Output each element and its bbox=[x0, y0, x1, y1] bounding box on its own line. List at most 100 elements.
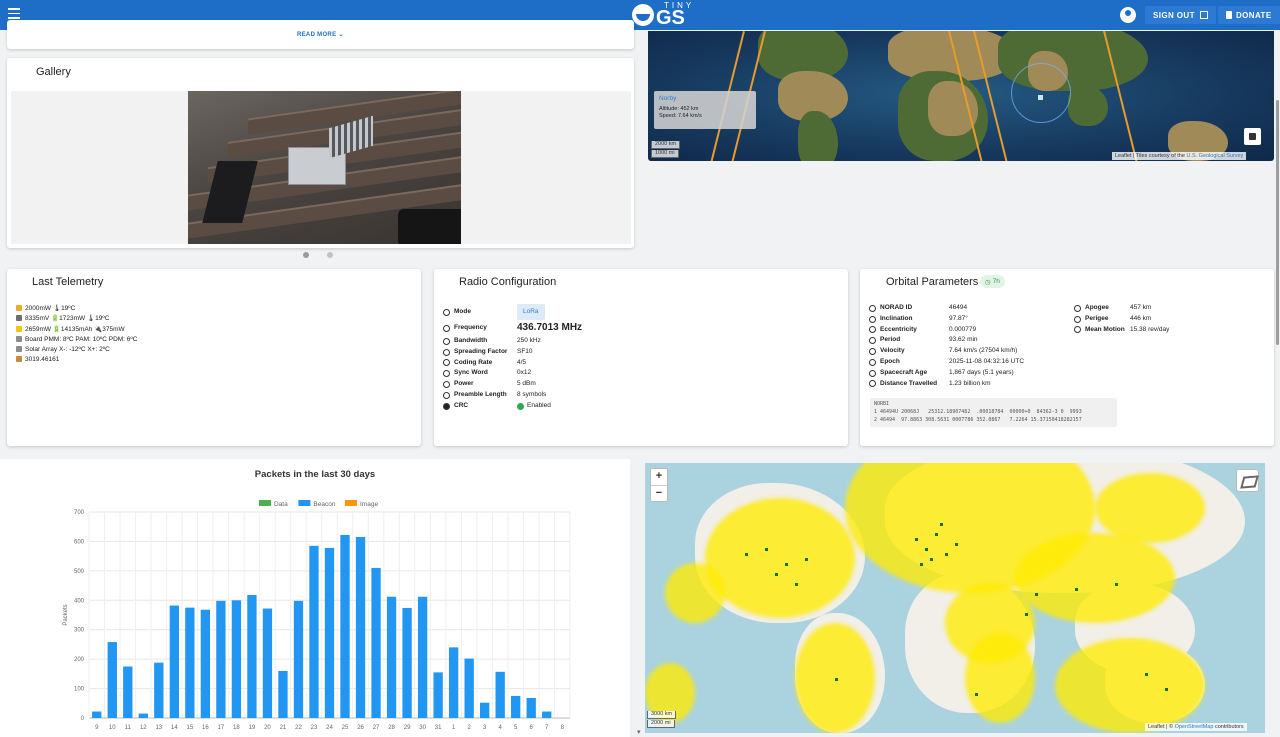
bar-beacon bbox=[355, 537, 366, 718]
angle-icon bbox=[869, 315, 876, 323]
radio-row-sync-word: Sync Word bbox=[443, 368, 507, 379]
crc-value: Enabled bbox=[527, 401, 551, 409]
layers-icon[interactable] bbox=[1236, 469, 1259, 492]
x-tick-label: 5 bbox=[514, 725, 518, 731]
y-tick-label: 0 bbox=[81, 716, 85, 722]
brackets-icon bbox=[443, 359, 450, 367]
orbital-left-keys: NORAD ID Inclination Eccentricity Period… bbox=[869, 303, 937, 389]
ellipse-icon bbox=[869, 326, 876, 334]
footprint-circle bbox=[1011, 63, 1071, 123]
scale-mi: 1000 mi bbox=[651, 150, 679, 158]
arrow-up-icon bbox=[1074, 304, 1081, 312]
orbital-card: Orbital Parameters ◷ 7h NORAD ID Inclinat… bbox=[860, 269, 1274, 446]
x-tick-label: 11 bbox=[125, 725, 132, 731]
zoom-out-button[interactable]: − bbox=[651, 485, 667, 501]
tle-block[interactable]: NORBI 1 46494U 20068J 25312.18907482 .00… bbox=[870, 398, 1117, 427]
timer-icon bbox=[869, 337, 876, 345]
scroll-down-icon[interactable]: ▾ bbox=[637, 728, 641, 736]
telemetry-card: Last Telemetry 2000mW 🌡19ºC 8335mV 🔋1723… bbox=[7, 269, 421, 446]
donate-label: DONATE bbox=[1236, 10, 1272, 20]
packets-bar-chart: Data Beacon Image 0 100 200 300 400 500 600 700 Pac… bbox=[63, 500, 571, 731]
spread-icon bbox=[443, 348, 450, 356]
x-tick-label: 18 bbox=[233, 725, 240, 731]
carousel-dot[interactable] bbox=[303, 252, 309, 258]
bar-beacon bbox=[169, 605, 179, 718]
bar-beacon bbox=[495, 671, 505, 718]
bar-beacon bbox=[262, 608, 273, 718]
bar-beacon bbox=[433, 672, 443, 718]
radio-keys: Mode Frequency Bandwidth Spreading Facto… bbox=[443, 304, 507, 412]
zoom-in-button[interactable]: + bbox=[651, 469, 667, 485]
thermometer-icon bbox=[16, 335, 22, 342]
satellite-marker-icon[interactable] bbox=[1038, 95, 1043, 100]
exit-icon bbox=[1199, 11, 1208, 19]
x-tick-label: 6 bbox=[530, 725, 534, 731]
sync-word-value: 0x12 bbox=[517, 369, 532, 377]
satellite-position-map[interactable]: Norby Altitude: 452 km Speed: 7.64 km/s … bbox=[648, 31, 1274, 161]
telemetry-line: Board PMM: 8ºC PAM: 10ºC PDM: 6ºC bbox=[16, 335, 137, 345]
sun-icon bbox=[16, 325, 22, 332]
x-tick-label: 7 bbox=[545, 725, 549, 731]
read-more-link[interactable]: READ MORE ⌄ bbox=[297, 31, 344, 38]
carousel-dot[interactable] bbox=[327, 252, 333, 258]
scale-km: 2000 km bbox=[651, 141, 681, 149]
x-tick-label: 23 bbox=[311, 725, 318, 731]
x-tick-label: 14 bbox=[171, 725, 178, 731]
tinygs-logo[interactable]: TINY GS bbox=[632, 0, 694, 30]
x-tick-label: 12 bbox=[140, 725, 147, 731]
x-tick-label: 24 bbox=[326, 725, 333, 731]
menu-icon[interactable] bbox=[8, 8, 20, 20]
package-icon bbox=[16, 356, 22, 363]
x-tick-label: 26 bbox=[357, 725, 364, 731]
gallery-carousel[interactable] bbox=[11, 91, 631, 244]
radio-row-preamble: Preamble Length bbox=[443, 390, 507, 401]
bar-beacon bbox=[154, 662, 164, 718]
bar-beacon bbox=[216, 600, 226, 718]
camera-icon[interactable] bbox=[1244, 128, 1261, 145]
popup-speed: Speed: 7.64 km/s bbox=[659, 113, 702, 119]
arrow-down-icon bbox=[1074, 315, 1081, 323]
bolt-icon bbox=[443, 381, 450, 389]
bar-beacon bbox=[340, 534, 350, 718]
coding-rate-value: 4/5 bbox=[517, 358, 527, 366]
x-tick-label: 28 bbox=[388, 725, 395, 731]
satellite-photo bbox=[188, 91, 461, 244]
speedometer-icon bbox=[869, 348, 876, 356]
radio-row-mode: Mode bbox=[443, 304, 507, 320]
osm-link[interactable]: OpenStreetMap bbox=[1175, 724, 1214, 730]
legend-swatch bbox=[298, 500, 311, 506]
y-tick-label: 500 bbox=[74, 569, 85, 575]
donate-button[interactable]: DONATE bbox=[1218, 6, 1280, 24]
page-scrollbar[interactable] bbox=[1276, 100, 1279, 345]
antenna-icon bbox=[443, 324, 450, 332]
bar-beacon bbox=[542, 711, 552, 718]
bar-beacon bbox=[464, 658, 474, 718]
world-map-attribution: Leaflet | © OpenStreetMap contributors bbox=[1145, 723, 1247, 731]
legend-label: Data bbox=[274, 501, 288, 508]
x-tick-label: 19 bbox=[249, 725, 256, 731]
x-tick-label: 10 bbox=[109, 725, 116, 731]
radio-row-power: Power bbox=[443, 379, 507, 390]
y-tick-label: 700 bbox=[74, 510, 85, 516]
sign-out-button[interactable]: SIGN OUT bbox=[1145, 6, 1216, 24]
id-icon bbox=[869, 304, 876, 312]
satellite-dish-icon bbox=[632, 4, 654, 26]
usgs-link[interactable]: U.S. Geological Survey bbox=[1186, 153, 1243, 159]
telemetry-title: Last Telemetry bbox=[32, 276, 104, 288]
x-tick-label: 25 bbox=[342, 725, 349, 731]
gallery-title: Gallery bbox=[36, 66, 71, 78]
bar-beacon bbox=[386, 596, 397, 718]
ground-stations-map[interactable]: + − 3000 km 2000 mi Leaflet | © OpenStre… bbox=[645, 463, 1265, 733]
legend-label: Image bbox=[360, 501, 378, 508]
x-tick-label: 1 bbox=[452, 725, 456, 731]
calendar-icon bbox=[869, 358, 876, 366]
popup-satellite-name[interactable]: Norby bbox=[659, 95, 751, 102]
bar-beacon bbox=[371, 567, 381, 718]
legend-label: Beacon bbox=[313, 501, 335, 508]
radio-title: Radio Configuration bbox=[459, 276, 557, 288]
gallery-card: Gallery bbox=[7, 58, 634, 258]
account-icon[interactable] bbox=[1120, 7, 1136, 23]
logo-big-text: GS bbox=[656, 7, 685, 29]
telemetry-lines: 2000mW 🌡19ºC 8335mV 🔋1723mW 🌡19ºC 2659mW… bbox=[16, 304, 137, 366]
voltage-icon bbox=[16, 315, 22, 322]
